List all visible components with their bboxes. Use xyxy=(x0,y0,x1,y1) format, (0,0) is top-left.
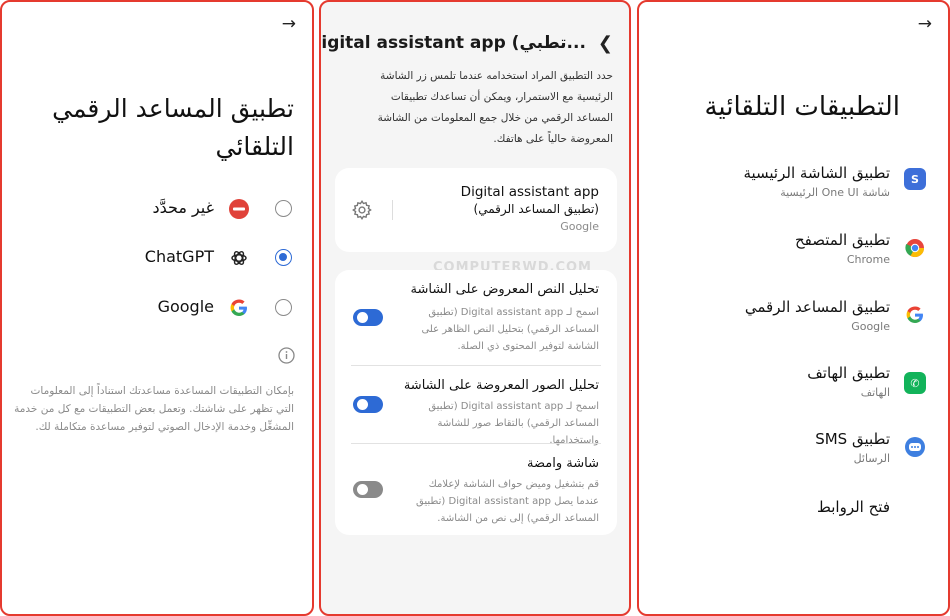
app-name: Digital assistant app xyxy=(460,184,599,200)
option-google[interactable]: Google xyxy=(74,295,294,321)
divider xyxy=(351,443,601,444)
arrow-right-icon[interactable]: → xyxy=(918,16,932,33)
radio-none[interactable] xyxy=(275,200,292,217)
home-app-icon: S xyxy=(904,168,926,190)
option-chatgpt[interactable]: ChatGPT xyxy=(74,245,294,271)
assistant-app-card[interactable]: Digital assistant app (تطبيق المساعد الر… xyxy=(335,168,617,252)
toggle-row-image-analysis[interactable]: تحليل الصور المعروضة على الشاشة اسمح لـ … xyxy=(335,378,617,446)
item-subtitle: الهاتف xyxy=(860,386,890,399)
no-entry-icon xyxy=(229,199,249,219)
app-name-arabic: (تطبيق المساعد الرقمي) xyxy=(473,202,599,216)
page-description: حدد التطبيق المراد استخدامه عندما تلمس ز… xyxy=(377,70,613,145)
gear-icon[interactable] xyxy=(351,199,373,221)
chatgpt-icon xyxy=(231,251,247,265)
page-title: Digital assistant app (تطبي... xyxy=(319,33,586,53)
item-subtitle: Google xyxy=(851,320,890,333)
option-label: ChatGPT xyxy=(144,247,214,266)
item-title: تطبيق SMS xyxy=(815,430,890,448)
toggle-title: تحليل النص المعروض على الشاشة xyxy=(410,282,599,297)
default-assistant-panel: → تطبيق المساعد الرقمي التلقائي غير محدَ… xyxy=(0,0,314,616)
header: ❯ Digital assistant app (تطبي... xyxy=(321,30,613,56)
default-apps-panel: → التطبيقات التلقائية S تطبيق الشاشة الر… xyxy=(637,0,950,616)
toggle-desc: اسمح لـ Digital assistant app (تطبيق الم… xyxy=(428,401,599,446)
option-label: Google xyxy=(157,297,214,316)
toggle-row-flash-screen[interactable]: شاشة وامضة قم بتشغيل وميض حواف الشاشة لإ… xyxy=(335,456,617,526)
digital-assistant-settings-panel: ❯ Digital assistant app (تطبي... حدد الت… xyxy=(319,0,631,616)
text-analysis-toggle[interactable] xyxy=(353,309,383,326)
image-analysis-toggle[interactable] xyxy=(353,396,383,413)
item-subtitle: الرسائل xyxy=(853,452,890,465)
toggle-title: تحليل الصور المعروضة على الشاشة xyxy=(403,378,599,393)
item-title: تطبيق الشاشة الرئيسية xyxy=(743,164,890,182)
list-item-sms-app[interactable]: تطبيق SMS الرسائل xyxy=(650,430,930,482)
toggle-row-text-analysis[interactable]: تحليل النص المعروض على الشاشة اسمح لـ Di… xyxy=(335,282,617,364)
item-subtitle: Chrome xyxy=(846,253,890,266)
assistant-description: بإمكان التطبيقات المساعدة مساعدتك استناد… xyxy=(14,385,294,433)
list-item-phone-app[interactable]: ✆ تطبيق الهاتف الهاتف xyxy=(650,364,930,416)
divider xyxy=(351,365,601,366)
item-subtitle: شاشة One UI الرئيسية xyxy=(780,186,890,199)
flash-screen-toggle[interactable] xyxy=(353,481,383,498)
chrome-icon xyxy=(905,239,924,258)
option-none[interactable]: غير محدَّد xyxy=(74,196,294,222)
google-icon xyxy=(230,299,247,316)
item-title: فتح الروابط xyxy=(817,498,890,516)
chevron-right-icon[interactable]: ❯ xyxy=(598,33,613,54)
messages-icon xyxy=(905,437,925,457)
phone-icon: ✆ xyxy=(904,372,926,394)
item-title: تطبيق المساعد الرقمي xyxy=(744,298,890,316)
page-title: تطبيق المساعد الرقمي التلقائي xyxy=(52,94,294,161)
item-title: تطبيق الهاتف xyxy=(807,364,890,382)
info-icon[interactable] xyxy=(278,347,295,364)
radio-google[interactable] xyxy=(275,299,292,316)
arrow-right-icon[interactable]: → xyxy=(282,16,296,33)
toggle-desc: قم بتشغيل وميض حواف الشاشة لإعلامك عندما… xyxy=(416,479,599,524)
list-item-open-links[interactable]: فتح الروابط xyxy=(650,496,930,548)
option-label: غير محدَّد xyxy=(152,198,214,217)
radio-chatgpt[interactable] xyxy=(275,249,292,266)
list-item-assistant-app[interactable]: تطبيق المساعد الرقمي Google xyxy=(650,298,930,350)
divider xyxy=(392,200,393,220)
analysis-settings-card: تحليل النص المعروض على الشاشة اسمح لـ Di… xyxy=(335,270,617,535)
page-title: التطبيقات التلقائية xyxy=(704,92,900,122)
google-icon xyxy=(906,306,923,323)
list-item-home-app[interactable]: S تطبيق الشاشة الرئيسية شاشة One UI الرئ… xyxy=(650,164,930,216)
item-title: تطبيق المتصفح xyxy=(794,231,890,249)
app-name-block: Digital assistant app (تطبيق المساعد الر… xyxy=(461,184,599,233)
toggle-title: شاشة وامضة xyxy=(527,456,599,471)
app-provider: Google xyxy=(560,220,599,233)
list-item-browser-app[interactable]: تطبيق المتصفح Chrome xyxy=(650,231,930,283)
toggle-desc: اسمح لـ Digital assistant app (تطبيق الم… xyxy=(421,307,599,352)
